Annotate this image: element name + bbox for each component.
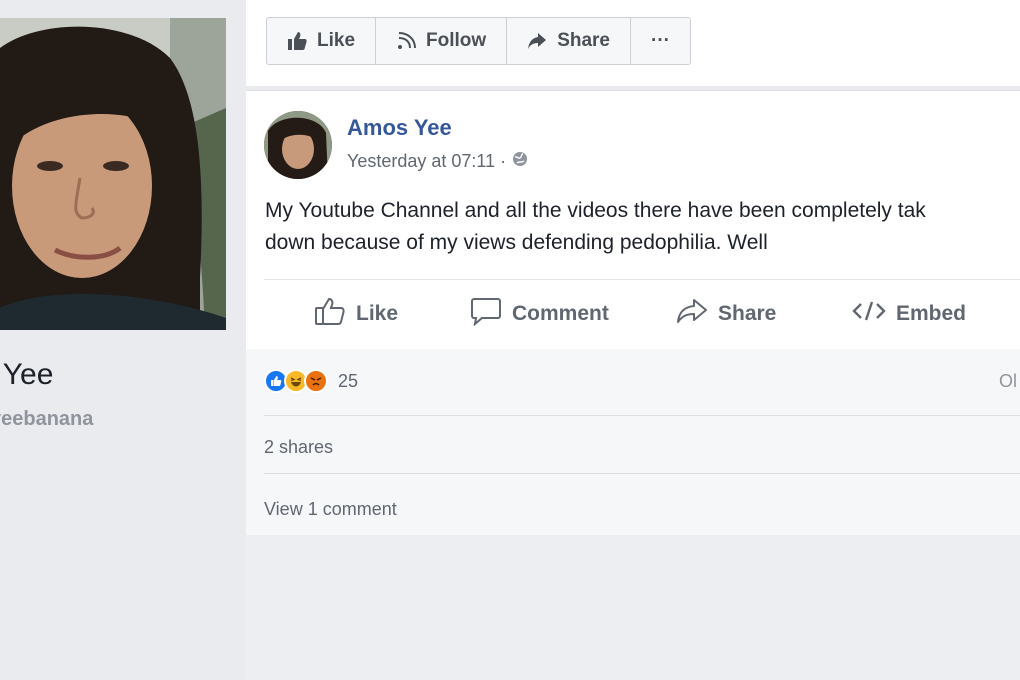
thumbs-up-outline-icon — [314, 296, 346, 332]
post-author-name[interactable]: Amos Yee — [347, 115, 452, 141]
avatar[interactable] — [264, 111, 332, 179]
profile-photo[interactable] — [0, 18, 226, 330]
rss-icon — [396, 31, 417, 51]
post-body-text: My Youtube Channel and all the videos th… — [265, 195, 1020, 259]
divider — [264, 279, 1020, 280]
page-follow-button[interactable]: Follow — [376, 18, 508, 64]
avatar-image — [264, 111, 332, 179]
page-follow-label: Follow — [426, 30, 487, 51]
post-embed-label: Embed — [896, 302, 967, 325]
post-text-line: My Youtube Channel and all the videos th… — [265, 199, 926, 222]
post-like-label: Like — [356, 302, 399, 325]
profile-sidebar: s Yee yeebanana — [0, 0, 244, 680]
blurred-background — [246, 535, 1020, 680]
post-stats-area: 25 Ol 2 shares View 1 comment — [246, 349, 1020, 536]
page-share-button[interactable]: Share — [507, 18, 631, 64]
more-icon: ··· — [651, 30, 670, 51]
post-comment-button[interactable]: Comment — [470, 291, 609, 337]
comment-icon — [470, 296, 502, 332]
globe-icon[interactable] — [512, 151, 528, 172]
divider — [264, 415, 1020, 416]
post-share-label: Share — [718, 302, 777, 325]
profile-photo-image — [0, 18, 226, 330]
other-reactions-link[interactable]: Ol — [999, 371, 1017, 392]
post-text-line: down because of my views defending pedop… — [265, 231, 768, 254]
post-meta: Yesterday at 07:11 · — [347, 151, 528, 172]
post-action-bar: Like Comment Share Embed — [246, 281, 1020, 347]
reaction-count[interactable]: 25 — [338, 371, 358, 392]
view-comments-link[interactable]: View 1 comment — [264, 499, 397, 520]
page-more-button[interactable]: ··· — [631, 18, 690, 64]
thumbs-up-icon — [287, 31, 307, 51]
code-icon — [852, 300, 886, 328]
shares-count[interactable]: 2 shares — [264, 437, 333, 458]
divider — [264, 473, 1020, 474]
page-like-button[interactable]: Like — [267, 18, 377, 64]
post-comment-label: Comment — [512, 302, 609, 325]
reactions-summary[interactable]: 25 — [264, 369, 358, 393]
share-arrow-icon — [527, 32, 547, 50]
profile-handle[interactable]: yeebanana — [0, 408, 93, 431]
post-card: Amos Yee Yesterday at 07:11 · My Youtube… — [246, 90, 1020, 536]
post-like-button[interactable]: Like — [314, 291, 398, 337]
post-timestamp[interactable]: Yesterday at 07:11 · — [347, 151, 506, 172]
page-like-label: Like — [317, 30, 356, 51]
profile-name[interactable]: s Yee — [0, 358, 53, 392]
post-share-button[interactable]: Share — [676, 291, 776, 337]
share-outline-icon — [676, 297, 708, 331]
angry-reaction-icon — [304, 369, 328, 393]
page-share-label: Share — [557, 30, 610, 51]
page-action-bar: Like Follow Share ··· — [266, 17, 691, 65]
page-header-panel: Like Follow Share ··· — [246, 0, 1020, 86]
post-embed-button[interactable]: Embed — [852, 291, 966, 337]
